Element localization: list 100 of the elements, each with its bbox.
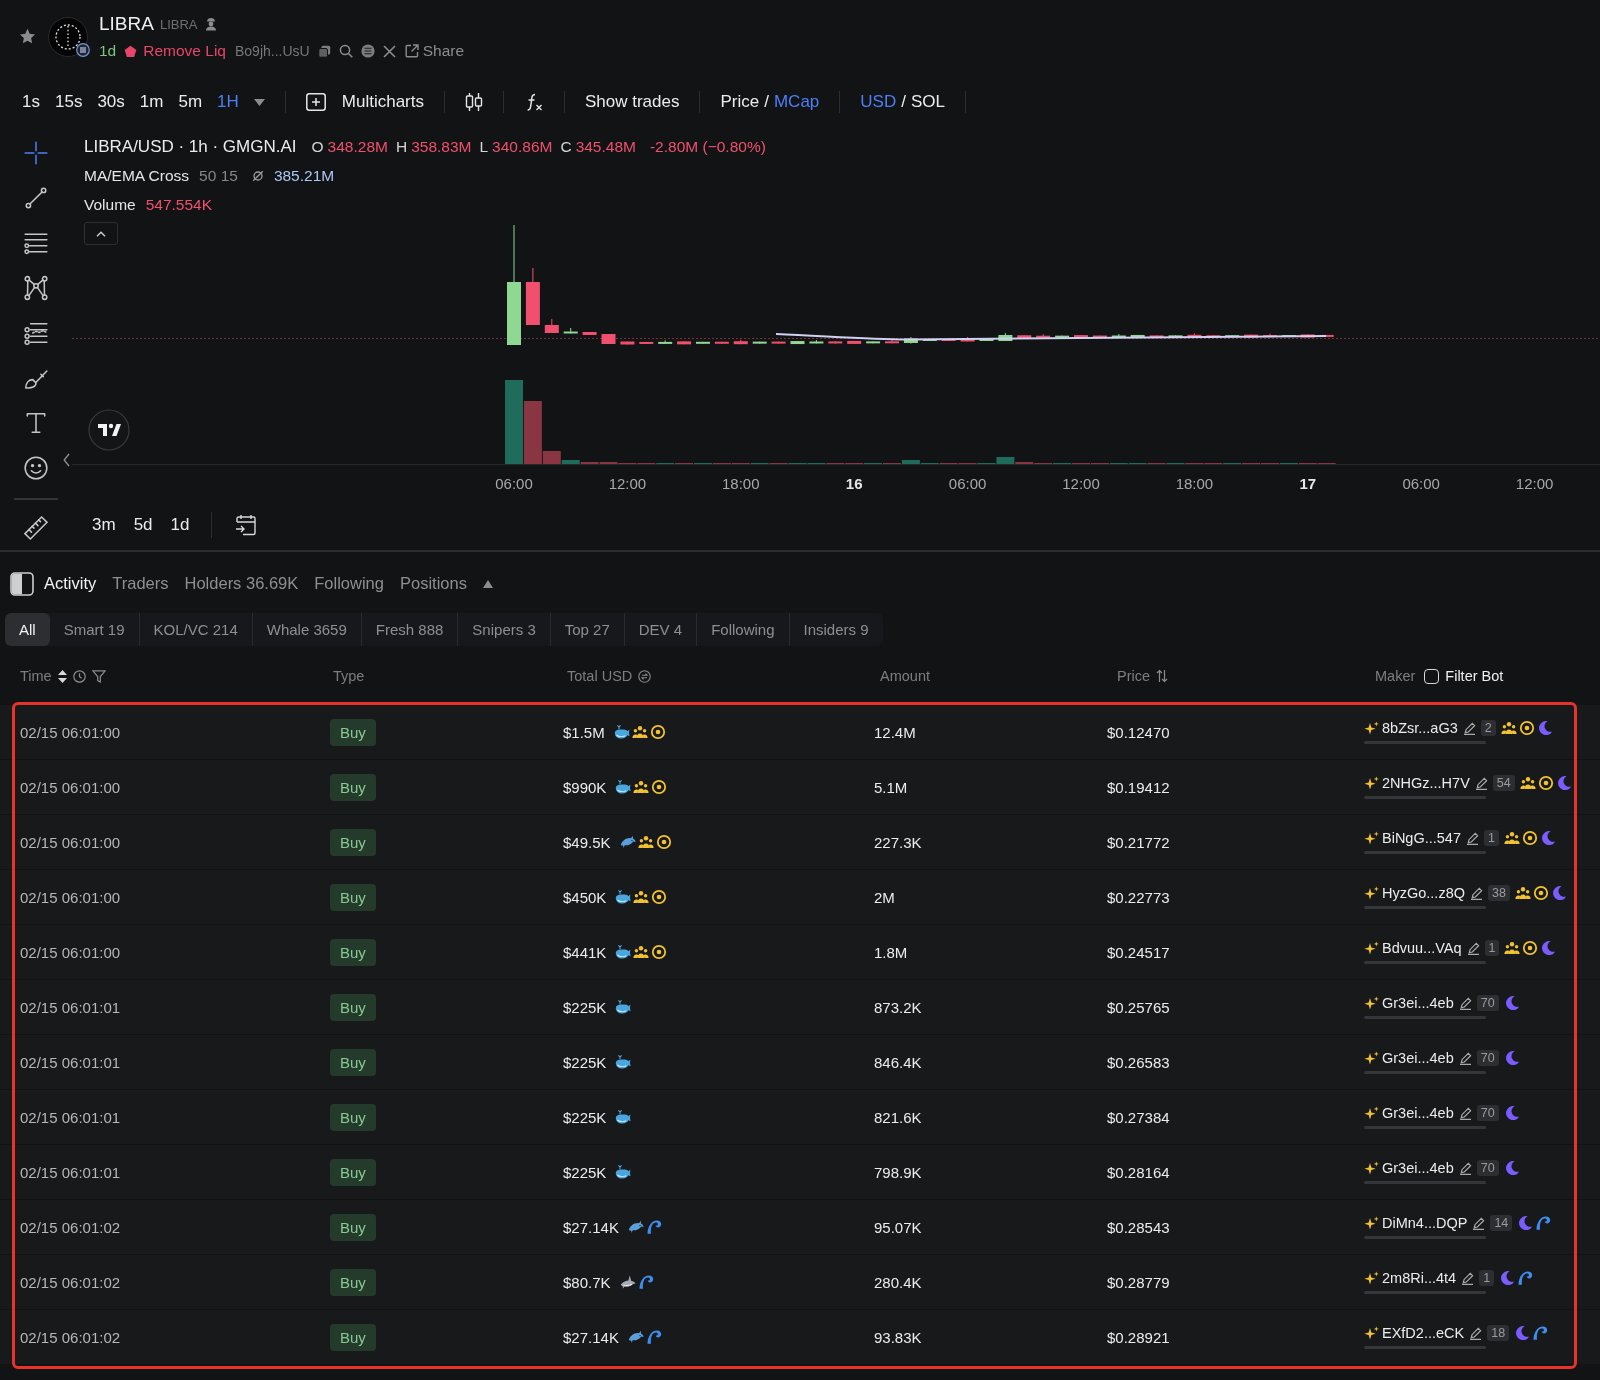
slashed-circle-icon[interactable]: [251, 169, 264, 182]
filter-chip[interactable]: All: [5, 613, 50, 646]
pencil-icon[interactable]: [1474, 776, 1488, 790]
filter-chip[interactable]: Whale 3659: [251, 613, 361, 646]
filter-chip[interactable]: Top 27: [549, 613, 624, 646]
amount-value: 846.4K: [874, 1053, 922, 1071]
maker-address[interactable]: DiMn4...DQP: [1382, 1215, 1468, 1231]
interval-tab[interactable]: 15s: [54, 92, 83, 112]
person-icon: [203, 17, 218, 31]
range-button[interactable]: 5d: [133, 515, 153, 535]
wave-icon: [637, 1274, 654, 1290]
logo-icon[interactable]: [88, 409, 130, 451]
range-button[interactable]: 3m: [92, 515, 116, 535]
star-icon[interactable]: [19, 28, 36, 45]
pencil-icon[interactable]: [1462, 721, 1476, 735]
pencil-icon[interactable]: [1472, 1216, 1486, 1230]
trend-line-icon[interactable]: [23, 185, 49, 211]
collapse-button[interactable]: [84, 222, 118, 245]
crescent-icon: [1550, 885, 1567, 901]
filter-bot-label[interactable]: Filter Bot: [1445, 668, 1504, 684]
indicator-params: 50 15: [199, 166, 238, 185]
sparkle-icon: [1364, 720, 1379, 736]
interval-tab[interactable]: 5m: [178, 92, 203, 112]
panel-tab[interactable]: Activity: [44, 574, 97, 593]
caret-down-icon[interactable]: [253, 98, 265, 106]
trade-type-badge: Buy: [330, 718, 376, 746]
pencil-icon[interactable]: [1470, 886, 1483, 900]
maker-address[interactable]: 2m8Ri...4t4: [1382, 1270, 1457, 1286]
filter-chip[interactable]: Insiders 9: [788, 613, 883, 646]
interval-tab[interactable]: 30s: [97, 92, 125, 112]
pencil-icon[interactable]: [1461, 1271, 1475, 1285]
range-button[interactable]: 1d: [170, 515, 190, 535]
panel-toggle-icon[interactable]: [10, 571, 34, 596]
candlestick-icon[interactable]: [465, 92, 483, 112]
maker-address[interactable]: Bdvuu...VAq: [1382, 940, 1462, 956]
pattern-tool-icon[interactable]: [23, 275, 49, 301]
chevron-left-icon[interactable]: [63, 453, 70, 467]
maker-address[interactable]: Gr3ei...4eb: [1382, 1160, 1454, 1176]
maker-address[interactable]: 8bZsr...aG3: [1382, 720, 1458, 736]
smiley-icon[interactable]: [23, 455, 49, 481]
axis-label: 06:00: [495, 475, 533, 492]
swap-icon[interactable]: [638, 669, 652, 683]
panel-tab[interactable]: Traders: [112, 574, 169, 593]
pencil-icon[interactable]: [1458, 996, 1472, 1010]
share-button[interactable]: Share: [404, 42, 465, 60]
filter-chip[interactable]: Fresh 888: [360, 613, 458, 646]
filter-chip[interactable]: Following: [696, 613, 789, 646]
interval-tab[interactable]: 1m: [139, 92, 164, 112]
filter-bot-checkbox[interactable]: [1424, 668, 1440, 684]
filter-chip[interactable]: Snipers 3: [457, 613, 550, 646]
maker-address[interactable]: Gr3ei...4eb: [1382, 1105, 1454, 1121]
parallel-lines-icon[interactable]: [23, 320, 49, 346]
circle-lines-icon[interactable]: [360, 44, 375, 58]
interval-tab[interactable]: 1H: [217, 92, 239, 112]
pencil-icon[interactable]: [1466, 941, 1480, 955]
panel-tab[interactable]: Holders 36.69K: [184, 574, 299, 593]
maker-address[interactable]: 2NHGz...H7V: [1382, 775, 1470, 791]
multicharts-button[interactable]: Multicharts: [305, 92, 424, 112]
filter-chip[interactable]: KOL/VC 214: [138, 613, 252, 646]
whale-icon: [615, 1109, 632, 1125]
ohlc-value: 345.48M: [575, 137, 636, 156]
total-usd-value: $225K: [563, 998, 607, 1016]
maker-count-badge: 70: [1476, 1160, 1499, 1176]
people-icon: [1514, 885, 1531, 901]
panel-tab[interactable]: Positions: [399, 574, 467, 593]
maker-address[interactable]: HyzGo...z8Q: [1382, 885, 1465, 901]
total-usd-value: $1.5M: [563, 723, 605, 741]
crescent-icon: [1539, 830, 1556, 846]
search-icon[interactable]: [338, 44, 353, 58]
sort-icon[interactable]: [57, 669, 67, 683]
filter-chip[interactable]: Smart 19: [49, 613, 139, 646]
maker-address[interactable]: BiNgG...547: [1382, 830, 1461, 846]
toggle-option[interactable]: MCap: [773, 92, 820, 112]
crosshair-icon[interactable]: [23, 140, 49, 166]
interval-tab[interactable]: 1s: [22, 92, 40, 112]
sort-icon[interactable]: [1156, 669, 1169, 683]
panel-tab[interactable]: Following: [314, 574, 384, 593]
pencil-icon[interactable]: [1458, 1161, 1472, 1175]
filter-icon[interactable]: [91, 669, 106, 683]
maker-address[interactable]: Gr3ei...4eb: [1382, 995, 1454, 1011]
show-trades-button[interactable]: Show trades: [585, 92, 680, 112]
ohlc-value: 340.86M: [492, 137, 553, 156]
maker-address[interactable]: Gr3ei...4eb: [1382, 1050, 1454, 1066]
caret-up-icon[interactable]: [482, 579, 493, 588]
pencil-icon[interactable]: [1458, 1106, 1472, 1120]
dolphin-icon: [619, 834, 636, 850]
contract-address[interactable]: Bo9jh...UsU: [234, 43, 310, 59]
x-icon[interactable]: [382, 44, 396, 58]
toggle-option[interactable]: SOL: [910, 92, 945, 112]
filter-chip[interactable]: DEV 4: [623, 613, 697, 646]
pencil-icon[interactable]: [1466, 831, 1479, 845]
pencil-icon[interactable]: [1469, 1326, 1483, 1340]
maker-address[interactable]: EXfD2...eCK: [1382, 1325, 1465, 1341]
clock-icon[interactable]: [72, 669, 86, 683]
ruler-icon[interactable]: [23, 515, 49, 541]
toggle-option[interactable]: Price: [720, 92, 760, 112]
calendar-icon[interactable]: [234, 513, 259, 537]
pencil-icon[interactable]: [1458, 1051, 1472, 1065]
toggle-option[interactable]: USD: [860, 92, 897, 112]
copy-icon[interactable]: [317, 44, 331, 58]
